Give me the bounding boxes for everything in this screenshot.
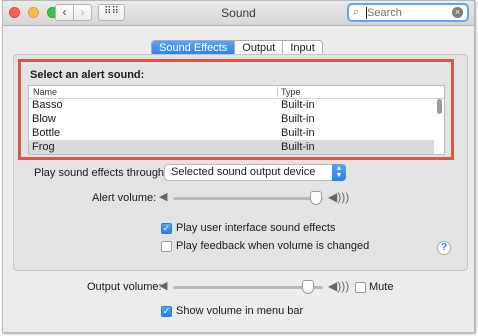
output-device-value: Selected sound output device	[171, 166, 316, 178]
search-field[interactable]: ⌕ ×	[347, 3, 469, 22]
show-volume-menubar-checkbox[interactable]: ✓	[161, 306, 172, 317]
alert-volume-slider-track[interactable]	[173, 197, 323, 200]
ui-sound-effects-checkbox[interactable]: ✓	[161, 223, 172, 234]
clear-search-icon[interactable]: ×	[452, 7, 463, 18]
annotation-highlight-box	[18, 59, 454, 160]
mute-label: Mute	[369, 281, 394, 293]
title-bar: ‹ › ⠿⠿ Sound ⌕ ×	[3, 1, 474, 26]
speaker-high-icon: ◀)))	[328, 190, 350, 204]
updown-arrows-icon: ▲ ▼	[332, 164, 346, 181]
show-volume-menubar-label: Show volume in menu bar	[176, 305, 304, 317]
alert-volume-label: Alert volume:	[92, 192, 157, 204]
help-button[interactable]: ?	[437, 241, 451, 255]
play-through-label: Play sound effects through:	[34, 167, 168, 179]
alert-volume-slider-knob[interactable]	[309, 191, 322, 205]
checkmark-icon: ✓	[162, 223, 171, 233]
sound-preferences-window: ‹ › ⠿⠿ Sound ⌕ × Sound Effects Output In…	[2, 0, 475, 333]
help-icon: ?	[440, 242, 448, 253]
search-icon: ⌕	[353, 6, 360, 18]
speaker-low-icon: ◀	[159, 191, 168, 203]
volume-feedback-label: Play feedback when volume is changed	[176, 240, 370, 252]
output-volume-slider-track[interactable]	[173, 286, 323, 289]
search-input[interactable]	[367, 5, 447, 20]
speaker-low-icon: ◀	[159, 280, 168, 292]
mute-checkbox[interactable]	[355, 282, 366, 293]
volume-feedback-checkbox[interactable]	[161, 241, 172, 252]
speaker-high-icon: ◀)))	[328, 279, 350, 293]
output-volume-slider-knob[interactable]	[302, 280, 314, 294]
ui-sound-effects-label: Play user interface sound effects	[176, 222, 336, 234]
output-device-select[interactable]: Selected sound output device ▲ ▼	[164, 164, 346, 181]
checkmark-icon: ✓	[162, 306, 171, 316]
output-volume-label: Output volume:	[87, 281, 162, 293]
